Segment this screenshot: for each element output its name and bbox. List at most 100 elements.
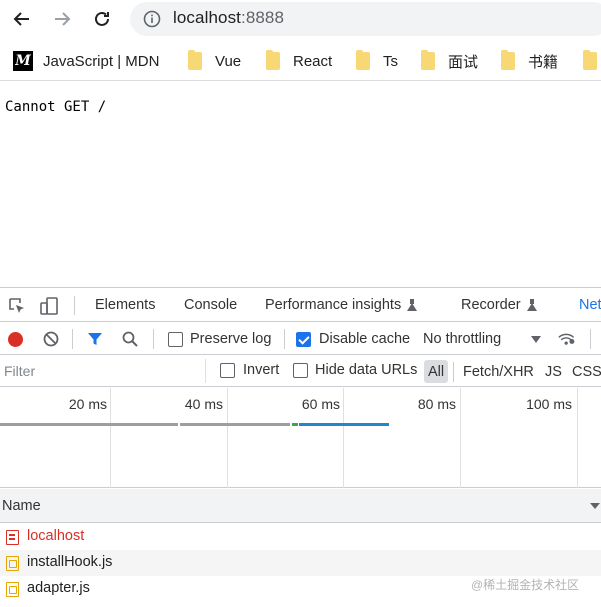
- timeline-bar-download: [299, 423, 389, 426]
- page-viewport: Cannot GET /: [0, 81, 601, 287]
- tab-label: Performance insights: [265, 297, 402, 313]
- toolbar-divider: [153, 329, 154, 349]
- bookmark-label: 书籍: [528, 53, 559, 71]
- toolbar-divider: [72, 329, 73, 349]
- timeline-gridline: [577, 388, 578, 488]
- tab-label: Elements: [95, 297, 156, 313]
- chevron-down-icon[interactable]: [590, 503, 600, 509]
- network-conditions-icon[interactable]: [558, 330, 576, 348]
- timeline-bar-ttfb: [292, 423, 298, 426]
- preserve-log-checkbox[interactable]: [168, 332, 183, 347]
- mdn-icon: M: [13, 51, 33, 71]
- browser-toolbar: localhost:8888: [0, 0, 601, 38]
- timeline-gridline: [460, 388, 461, 488]
- type-filter-label: All: [428, 363, 445, 380]
- clear-icon[interactable]: [42, 330, 60, 348]
- table-row[interactable]: installHook.js: [0, 550, 601, 576]
- tab-elements[interactable]: Elements: [95, 297, 155, 313]
- tab-recorder[interactable]: Recorder: [461, 297, 537, 313]
- info-icon[interactable]: [142, 9, 162, 29]
- back-button[interactable]: [10, 7, 34, 31]
- folder-icon: [583, 50, 597, 70]
- timeline-tick-label: 80 ms: [417, 396, 456, 412]
- type-filter-label: JS: [545, 363, 562, 380]
- bookmarks-bar: M JavaScript | MDN Vue React Ts 面试 书籍: [0, 42, 601, 78]
- filter-funnel-icon[interactable]: [86, 330, 104, 348]
- bookmark-overflow[interactable]: [583, 50, 601, 72]
- url-text[interactable]: localhost:8888: [173, 8, 284, 28]
- timeline-gridline: [227, 388, 228, 488]
- forward-button[interactable]: [50, 7, 74, 31]
- timeline-gridline: [110, 388, 111, 488]
- reload-button[interactable]: [90, 7, 114, 31]
- invert-checkbox[interactable]: [220, 363, 235, 378]
- record-button[interactable]: [8, 332, 23, 347]
- folder-icon: [356, 50, 370, 70]
- hide-data-urls-label: Hide data URLs: [315, 362, 418, 378]
- tab-label: Console: [184, 297, 238, 313]
- bookmark-label: React: [293, 52, 333, 70]
- timeline-tick-label: 20 ms: [68, 396, 107, 412]
- type-filter-label: Fetch/XHR: [463, 363, 534, 380]
- filter-input[interactable]: [0, 359, 206, 383]
- bookmark-interview[interactable]: 面试: [421, 50, 478, 72]
- arrow-left-icon: [13, 12, 29, 26]
- toolbar-divider: [590, 329, 591, 349]
- device-toolbar-icon[interactable]: [39, 296, 59, 316]
- bookmark-label: 面试: [448, 53, 479, 71]
- bookmark-ts[interactable]: Ts: [356, 50, 398, 72]
- flask-icon: [407, 299, 418, 311]
- devtools-tabbar: Elements Console Performance insights Re…: [0, 288, 601, 322]
- timeline-bar-waiting: [0, 423, 178, 426]
- disable-cache-label: Disable cache: [319, 331, 411, 347]
- tab-divider: [74, 296, 75, 315]
- type-filter-css[interactable]: CSS: [568, 360, 601, 383]
- timeline-tick-label: 100 ms: [526, 396, 572, 412]
- network-toolbar: Preserve log Disable cache No throttling: [0, 323, 601, 355]
- tab-label: Recorder: [461, 297, 521, 313]
- network-overview-timeline[interactable]: 20 ms 40 ms 60 ms 80 ms 100 ms: [0, 388, 601, 488]
- bookmark-books[interactable]: 书籍: [501, 50, 558, 72]
- search-icon[interactable]: [121, 330, 139, 348]
- inspect-element-icon[interactable]: [7, 296, 27, 316]
- folder-icon: [421, 50, 435, 70]
- throttling-select[interactable]: No throttling: [423, 331, 501, 347]
- request-name: adapter.js: [27, 580, 90, 596]
- tab-network[interactable]: Net: [579, 297, 601, 313]
- chevron-down-icon[interactable]: [531, 336, 541, 343]
- disable-cache-checkbox[interactable]: [296, 332, 311, 347]
- bookmark-label: Ts: [383, 52, 398, 70]
- type-filter-js[interactable]: JS: [541, 360, 566, 383]
- folder-icon: [188, 50, 202, 70]
- request-name: installHook.js: [27, 554, 113, 570]
- request-name: localhost: [27, 528, 85, 544]
- flask-icon: [526, 299, 537, 311]
- address-bar[interactable]: localhost:8888: [130, 2, 601, 36]
- arrow-right-icon: [55, 12, 71, 26]
- bookmark-vue[interactable]: Vue: [188, 50, 241, 72]
- column-header-name[interactable]: Name: [2, 498, 41, 514]
- bookmark-mdn[interactable]: M JavaScript | MDN: [13, 50, 159, 72]
- tab-console[interactable]: Console: [184, 297, 237, 313]
- filter-divider: [453, 362, 454, 382]
- type-filter-fetch-xhr[interactable]: Fetch/XHR: [459, 360, 538, 383]
- timeline-tick-label: 40 ms: [184, 396, 223, 412]
- timeline-tick-label: 60 ms: [301, 396, 340, 412]
- request-table-header: Name: [0, 489, 601, 523]
- type-filter-all[interactable]: All: [424, 360, 449, 383]
- tab-label: Net: [579, 297, 601, 313]
- tab-performance-insights[interactable]: Performance insights: [265, 297, 418, 313]
- script-icon: [6, 556, 19, 571]
- reload-icon: [95, 11, 109, 26]
- timeline-bar-waiting: [180, 423, 290, 426]
- script-icon: [6, 582, 19, 597]
- folder-icon: [501, 50, 515, 70]
- hide-data-urls-checkbox[interactable]: [293, 363, 308, 378]
- watermark: @稀土掘金技术社区: [471, 578, 580, 592]
- folder-icon: [266, 50, 280, 70]
- table-row[interactable]: localhost: [0, 524, 601, 550]
- toolbar-divider: [284, 329, 285, 349]
- bookmark-react[interactable]: React: [266, 50, 332, 72]
- preserve-log-label: Preserve log: [190, 331, 272, 347]
- network-filter-bar: Invert Hide data URLs All Fetch/XHR JS C…: [0, 356, 601, 387]
